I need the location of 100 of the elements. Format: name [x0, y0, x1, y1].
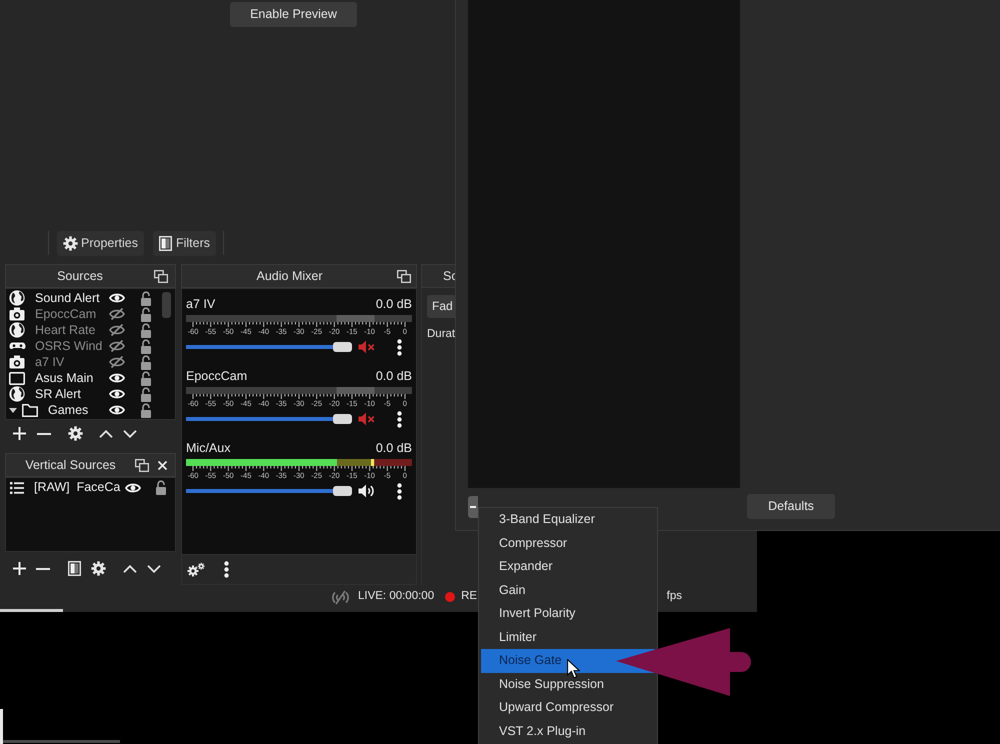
muted-speaker-icon[interactable] — [358, 340, 375, 354]
dock-title: Audio Mixer — [256, 268, 324, 285]
source-name: Sound Alert — [35, 290, 101, 306]
kebab-menu-icon[interactable] — [397, 410, 402, 428]
fps-label: fps — [666, 589, 682, 604]
scrollbar-thumb[interactable] — [162, 292, 171, 318]
defaults-button[interactable]: Defaults — [747, 494, 835, 519]
source-name: EpoccCam — [35, 306, 98, 322]
muted-speaker-icon[interactable] — [358, 412, 375, 426]
chevron-down-icon — [123, 430, 137, 438]
menu-item[interactable]: Noise Suppression — [481, 672, 655, 696]
source-name: Heart Rate — [35, 322, 96, 338]
monitor-icon — [9, 372, 25, 384]
enable-preview-button[interactable]: Enable Preview — [230, 2, 357, 27]
crossed-eye-icon[interactable] — [109, 308, 125, 320]
menu-item[interactable]: VST 2.x Plug-in — [481, 720, 655, 743]
chevron-up-icon — [99, 430, 113, 438]
eye-icon[interactable] — [109, 292, 125, 304]
lock-icon[interactable] — [140, 354, 152, 370]
lock-icon[interactable] — [155, 480, 167, 495]
kebab-menu-icon[interactable] — [397, 338, 402, 356]
volume-slider-thumb[interactable] — [333, 486, 352, 496]
volume-reading: 0.0 dB — [376, 440, 412, 458]
properties-button[interactable]: Properties — [57, 230, 144, 256]
globe-icon — [9, 322, 25, 338]
channel-name: a7 IV — [186, 296, 216, 314]
eye-icon[interactable] — [109, 404, 125, 416]
menu-item[interactable]: Limiter — [481, 626, 655, 649]
lock-icon[interactable] — [140, 386, 152, 402]
menu-item[interactable]: Invert Polarity — [481, 602, 655, 626]
kebab-menu-icon[interactable] — [397, 482, 402, 500]
overlapping-windows-icon[interactable] — [397, 270, 411, 282]
volume-slider[interactable] — [186, 486, 352, 496]
eye-icon[interactable] — [109, 372, 125, 384]
dock-title: Vertical Sources — [24, 456, 117, 474]
crossed-eye-icon[interactable] — [109, 356, 125, 368]
menu-item[interactable]: Expander — [481, 555, 655, 578]
window-edge — [0, 709, 3, 744]
settings-icon — [68, 426, 82, 441]
crossed-eye-icon[interactable] — [109, 324, 125, 336]
source-name: a7 IV — [35, 354, 66, 370]
source-name: OSRS Wind — [35, 338, 104, 354]
menu-item[interactable]: 3-Band Equalizer — [481, 508, 655, 532]
menu-item[interactable]: Gain — [481, 578, 655, 602]
scrollbar-thumb[interactable] — [3, 740, 120, 743]
plus-icon — [12, 562, 26, 575]
chevron-down-icon — [147, 564, 161, 572]
live-timer: LIVE: 00:00:00 — [358, 589, 434, 604]
lock-icon[interactable] — [140, 338, 152, 354]
menu-item[interactable]: Upward Compressor — [481, 696, 655, 720]
volume-reading: 0.0 dB — [376, 368, 412, 386]
source-name: SR Alert — [35, 386, 82, 402]
minus-icon — [37, 432, 51, 434]
lock-icon[interactable] — [140, 322, 152, 338]
gamepad-icon — [9, 342, 26, 350]
list-icon — [10, 482, 24, 494]
camera-icon — [9, 355, 25, 369]
chevron-up-icon — [123, 564, 137, 572]
dash-icon — [470, 506, 476, 508]
scrollbar-thumb[interactable] — [0, 609, 63, 612]
filters-button[interactable]: Filters — [152, 230, 216, 256]
eye-icon[interactable] — [109, 388, 125, 400]
pointer-cursor-icon — [567, 659, 580, 679]
recording-label: RE — [461, 589, 478, 604]
broadcast-slash-icon — [331, 590, 350, 604]
channel-name: EpoccCam — [186, 368, 248, 386]
plus-icon — [12, 427, 26, 440]
gears-icon[interactable] — [187, 562, 205, 577]
lock-icon[interactable] — [140, 402, 152, 418]
gradient-square-icon — [158, 236, 172, 250]
overlapping-windows-icon[interactable] — [135, 458, 149, 472]
speaker-icon[interactable] — [358, 484, 375, 498]
folder-icon — [22, 404, 38, 416]
add-filter-button[interactable] — [468, 496, 478, 518]
close-icon[interactable] — [158, 460, 167, 470]
settings-icon — [90, 561, 106, 576]
volume-reading: 0.0 dB — [376, 296, 412, 314]
kebab-menu-icon[interactable] — [224, 561, 229, 578]
source-name: [RAW] FaceCa — [34, 479, 122, 496]
dock-title: Sources — [56, 268, 104, 285]
lock-icon[interactable] — [140, 306, 152, 322]
record-dot-icon — [445, 592, 456, 602]
caret-down-icon[interactable] — [9, 408, 17, 412]
lock-icon[interactable] — [140, 290, 152, 306]
source-name: Asus Main — [35, 370, 94, 386]
volume-slider-thumb[interactable] — [333, 414, 352, 424]
settings-icon — [63, 236, 78, 250]
overlapping-windows-icon[interactable] — [154, 270, 168, 282]
transition-dropdown[interactable]: Fad — [427, 294, 456, 318]
eye-icon[interactable] — [125, 482, 141, 494]
lock-icon[interactable] — [140, 370, 152, 386]
camera-icon — [9, 307, 25, 321]
menu-item[interactable]: Compressor — [481, 532, 655, 555]
source-name: Games — [48, 402, 90, 418]
duration-label: Durat — [427, 327, 455, 342]
volume-slider-thumb[interactable] — [333, 342, 352, 352]
volume-slider[interactable] — [186, 342, 352, 352]
minus-icon — [36, 568, 50, 570]
crossed-eye-icon[interactable] — [109, 340, 125, 352]
volume-slider[interactable] — [186, 414, 352, 424]
